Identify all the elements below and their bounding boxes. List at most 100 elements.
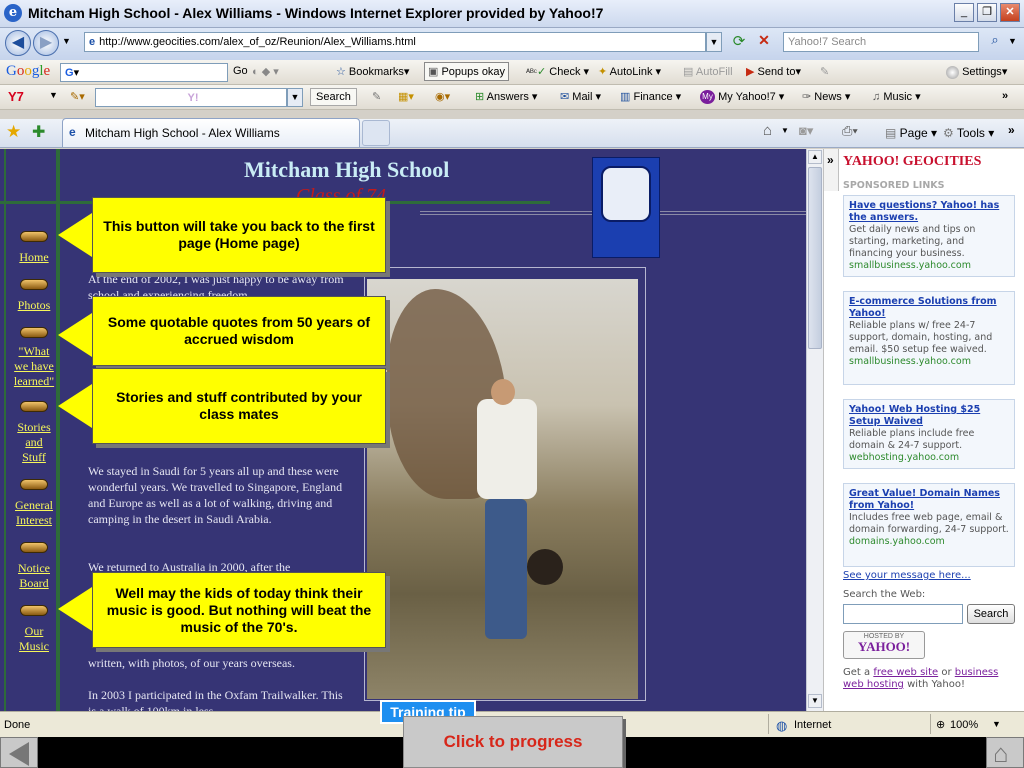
google-logo[interactable]: Google [6,63,50,80]
google-search-input[interactable]: G▾ [60,63,228,82]
tools-menu-button[interactable]: ⚙ Tools ▾ [943,126,994,140]
learned-nav-button-icon[interactable] [20,327,48,338]
highlight-pen-icon[interactable]: ✎ [372,90,381,103]
general-nav-button-icon[interactable] [20,479,48,490]
back-button[interactable]: ◀ [5,30,31,56]
click-to-progress-button[interactable]: Click to progress [403,716,623,768]
settings-icon [946,65,959,79]
restore-button[interactable]: ❐ [977,3,997,22]
previous-slide-button[interactable] [0,737,38,768]
ad-4[interactable]: Great Value! Domain Names from Yahoo! In… [843,483,1015,567]
hosted-by-yahoo-badge[interactable]: HOSTED BY YAHOO! [843,631,925,659]
pencil-icon[interactable]: ✎▾ [70,90,85,103]
ad-3-title[interactable]: Yahoo! Web Hosting $25 Setup Waived [849,404,1009,428]
settings-button[interactable]: Settings▾ [946,65,1007,79]
ad-2-url[interactable]: smallbusiness.yahoo.com [849,356,1009,368]
ad-2[interactable]: E-commerce Solutions from Yahoo! Reliabl… [843,291,1015,385]
autolink-button[interactable]: ✦ AutoLink ▾ [598,65,661,78]
search-options-dropdown-icon[interactable]: ▼ [1008,36,1017,46]
mail-button[interactable]: ✉ Mail ▾ [560,90,601,103]
sidebar-collapse-icon[interactable]: » [827,153,834,167]
music-button[interactable]: ♫ Music ▾ [872,90,921,103]
google-go-button[interactable]: Go [233,65,248,77]
see-message-link[interactable]: See your message here... [843,570,971,581]
ad-3[interactable]: Yahoo! Web Hosting $25 Setup Waived Reli… [843,399,1015,469]
refresh-icon[interactable]: ⟳ [729,32,749,52]
yahoo-search-dropdown-icon[interactable]: ▼ [287,88,303,107]
stop-icon[interactable]: ✕ [754,32,774,52]
home-slide-button[interactable]: ⌂ [986,737,1024,768]
ad-4-url[interactable]: domains.yahoo.com [849,536,1009,548]
nav-our-music[interactable]: Our Music [12,624,56,654]
nav-general-interest[interactable]: General Interest [12,498,56,528]
nav-home[interactable]: Home [12,250,56,265]
nav-what-we-have-learned[interactable]: "What we have learned" [12,344,56,389]
sidebar-search-input[interactable] [843,604,963,624]
stories-nav-button-icon[interactable] [20,401,48,412]
scroll-up-icon[interactable]: ▲ [808,150,822,164]
command-overflow-icon[interactable]: » [1008,123,1015,137]
zoom-dropdown-icon[interactable]: ▼ [992,719,1001,729]
home-nav-button-icon[interactable] [20,231,48,242]
nav-photos[interactable]: Photos [12,298,56,313]
yahoo-search-input[interactable]: Y! [95,88,287,107]
new-tab-button[interactable] [362,120,390,146]
favorites-star-icon[interactable]: ★ [6,122,21,142]
notice-nav-button-icon[interactable] [20,542,48,553]
feeds-icon[interactable]: ◙▾ [799,123,813,139]
ie-icon: e [4,4,22,22]
close-button[interactable]: ✕ [1000,3,1020,22]
spellcheck-button[interactable]: ᴬᴮᶜ✓ Check ▾ [526,65,589,78]
page-menu-button[interactable]: ▤ Page ▾ [885,126,937,140]
globe-icon[interactable]: ◉▾ [435,90,450,103]
yahoo-search-button[interactable]: Search [310,88,357,106]
alex-photo [367,279,638,699]
ad-2-title[interactable]: E-commerce Solutions from Yahoo! [849,296,1009,320]
url-field[interactable]: e http://www.geocities.com/alex_of_oz/Reu… [84,32,706,52]
myyahoo-button[interactable]: My My Yahoo!7 ▾ [700,90,784,105]
scroll-thumb[interactable] [808,167,822,349]
google-options-icon[interactable]: ◐ ◆ ▾ [252,65,279,78]
web-search-input[interactable]: Yahoo!7 Search [783,32,979,52]
minimize-button[interactable]: _ [954,3,974,22]
finance-button[interactable]: ▥ Finance ▾ [620,90,681,103]
photos-nav-button-icon[interactable] [20,279,48,290]
ad-1-url[interactable]: smallbusiness.yahoo.com [849,260,1009,272]
page-scrollbar[interactable]: ▲ ▼ [806,149,823,711]
search-go-icon[interactable]: ⌕ [985,32,1005,52]
sendto-button[interactable]: ▶ Send to▾ [746,65,801,78]
print-icon[interactable]: ⎙▾ [842,123,858,139]
free-web-site-link[interactable]: free web site [873,667,938,678]
music-nav-button-icon[interactable] [20,605,48,616]
bookmarks-button[interactable]: ☆ Bookmarks▾ [336,65,409,79]
popups-button[interactable]: ▣ Popups okay [424,62,510,81]
yahoo-menu-dropdown-icon[interactable]: ▼ [49,90,58,100]
zoom-level[interactable]: 100% [950,719,978,731]
sidebar-search-button[interactable]: Search [967,604,1015,624]
scroll-down-icon[interactable]: ▼ [808,694,822,708]
home-dropdown-icon[interactable]: ▼ [781,126,789,135]
history-dropdown-icon[interactable]: ▼ [62,36,71,46]
news-button[interactable]: ✑ News ▾ [802,90,850,103]
ad-1-title[interactable]: Have questions? Yahoo! has the answers. [849,200,1009,224]
nav-stories-and-stuff[interactable]: Stories and Stuff [12,420,56,465]
callout-learned: Some quotable quotes from 50 years of ac… [92,296,386,366]
yahoo7-logo[interactable]: Y7 [8,89,24,104]
autofill-button[interactable]: ▤ AutoFill [683,65,733,78]
forward-button[interactable]: ▶ [33,30,59,56]
toolbar-overflow-icon[interactable]: » [1002,90,1008,102]
add-favorites-icon[interactable]: ✚ [32,122,45,142]
google-toolbar: Google G▾ Go ◐ ◆ ▾ ☆ Bookmarks▾ ▣ Popups … [0,60,1024,85]
ad-3-url[interactable]: webhosting.yahoo.com [849,452,1009,464]
body-paragraph-5: In 2003 I participated in the Oxfam Trai… [88,688,343,711]
tab-active[interactable]: e Mitcham High School - Alex Williams [62,118,360,147]
answers-button[interactable]: ⊞ Answers ▾ [475,90,537,103]
bookmark-folder-icon[interactable]: ▦▾ [398,90,414,103]
url-dropdown-icon[interactable]: ▼ [706,32,722,52]
home-icon[interactable]: ⌂ [763,122,772,139]
yahoo-sidebar: » YAHOO! GEOCITIES SPONSORED LINKS Have … [823,149,1024,711]
ad-1[interactable]: Have questions? Yahoo! has the answers. … [843,195,1015,277]
nav-notice-board[interactable]: Notice Board [12,561,56,591]
highlight-icon[interactable]: ✎ [820,65,829,78]
ad-4-title[interactable]: Great Value! Domain Names from Yahoo! [849,488,1009,512]
